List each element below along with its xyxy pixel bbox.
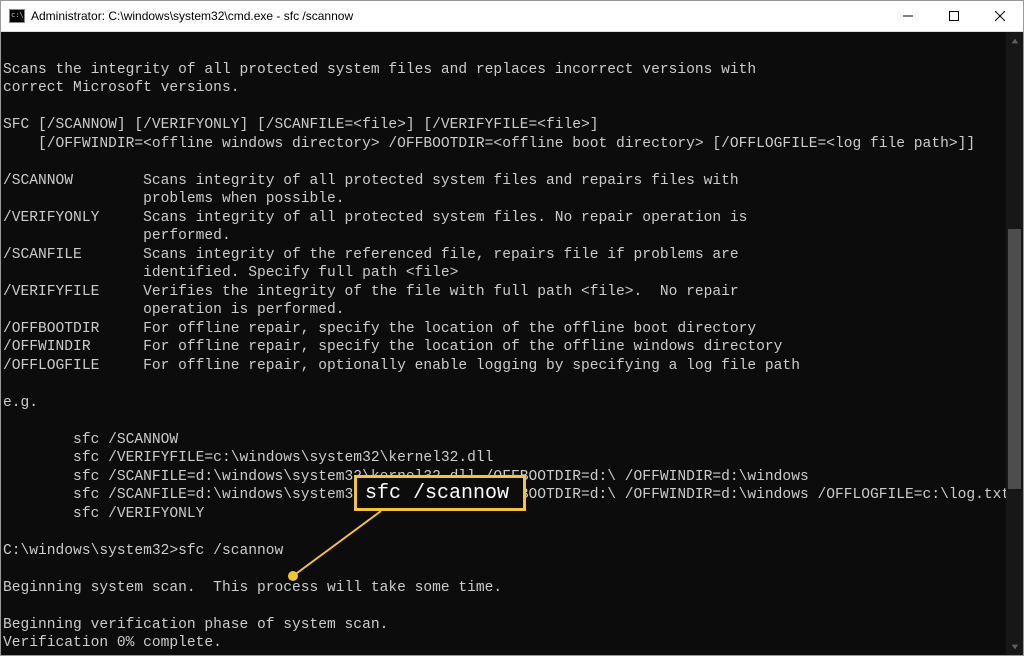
terminal-area: Scans the integrity of all protected sys… xyxy=(1,32,1023,655)
close-button[interactable] xyxy=(977,1,1023,32)
scrollbar[interactable] xyxy=(1006,32,1023,655)
callout-text: sfc /scannow xyxy=(365,482,509,505)
scrollbar-track[interactable] xyxy=(1006,49,1023,638)
minimize-button[interactable] xyxy=(885,1,931,32)
cmd-icon xyxy=(9,9,25,23)
callout-box: sfc /scannow xyxy=(354,475,526,511)
scroll-down-icon[interactable] xyxy=(1006,638,1023,655)
annotation-dot xyxy=(288,571,298,581)
scrollbar-thumb[interactable] xyxy=(1008,229,1021,489)
scroll-up-icon[interactable] xyxy=(1006,32,1023,49)
titlebar[interactable]: Administrator: C:\windows\system32\cmd.e… xyxy=(1,1,1023,32)
window-title: Administrator: C:\windows\system32\cmd.e… xyxy=(31,9,353,23)
terminal-output[interactable]: Scans the integrity of all protected sys… xyxy=(1,32,1006,655)
cmd-window: Administrator: C:\windows\system32\cmd.e… xyxy=(0,0,1024,656)
maximize-button[interactable] xyxy=(931,1,977,32)
